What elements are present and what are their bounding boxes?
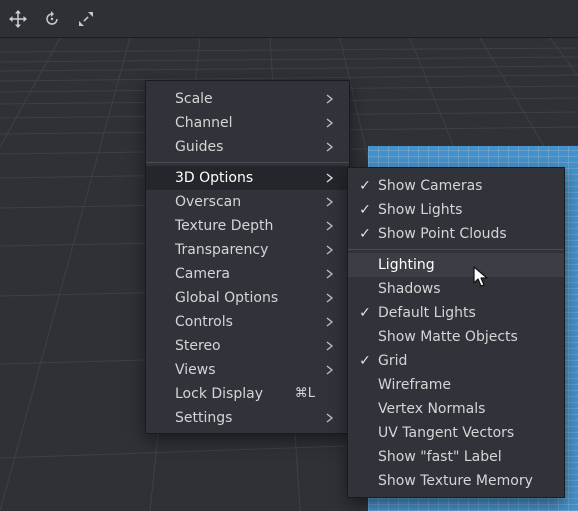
3d-options-submenu: ✓ Show Cameras ✓ Show Lights ✓ Show Point C… xyxy=(347,167,565,498)
checkmark-icon: ✓ xyxy=(359,202,371,218)
expand-icon[interactable] xyxy=(74,7,98,31)
menu-item-label: Wireframe xyxy=(378,377,452,393)
menu-item-label: Settings xyxy=(175,410,233,426)
menu-item-overscan[interactable]: Overscan xyxy=(146,190,349,214)
submenu-item-wireframe[interactable]: Wireframe xyxy=(348,373,564,397)
submenu-item-grid[interactable]: ✓ Grid xyxy=(348,349,564,373)
menu-item-label: 3D Options xyxy=(175,170,254,186)
checkmark-icon: ✓ xyxy=(359,353,371,369)
submenu-item-shadows[interactable]: Shadows xyxy=(348,277,564,301)
menu-item-label: Show Cameras xyxy=(378,178,483,194)
menu-item-label: Guides xyxy=(175,139,224,155)
checkmark-icon: ✓ xyxy=(359,226,371,242)
menu-item-label: Default Lights xyxy=(378,305,476,321)
submenu-arrow-icon xyxy=(325,238,335,262)
menu-item-label: Show Lights xyxy=(378,202,463,218)
menu-item-views[interactable]: Views xyxy=(146,358,349,382)
menu-item-label: Channel xyxy=(175,115,233,131)
rotate-icon[interactable] xyxy=(40,7,64,31)
menu-item-channel[interactable]: Channel xyxy=(146,111,349,135)
checkmark-icon: ✓ xyxy=(359,305,371,321)
submenu-item-show-matte-objects[interactable]: Show Matte Objects xyxy=(348,325,564,349)
submenu-arrow-icon xyxy=(325,166,335,190)
submenu-arrow-icon xyxy=(325,214,335,238)
submenu-arrow-icon xyxy=(325,190,335,214)
menu-item-label: Controls xyxy=(175,314,233,330)
menu-item-guides[interactable]: Guides xyxy=(146,135,349,159)
menu-item-texture-depth[interactable]: Texture Depth xyxy=(146,214,349,238)
menu-item-label: Show Point Clouds xyxy=(378,226,507,242)
submenu-item-show-point-clouds[interactable]: ✓ Show Point Clouds xyxy=(348,222,564,246)
menu-item-transparency[interactable]: Transparency xyxy=(146,238,349,262)
submenu-arrow-icon xyxy=(325,87,335,111)
menu-item-label: Vertex Normals xyxy=(378,401,486,417)
submenu-item-default-lights[interactable]: ✓ Default Lights xyxy=(348,301,564,325)
submenu-arrow-icon xyxy=(325,262,335,286)
submenu-item-show-fast-label[interactable]: Show "fast" Label xyxy=(348,445,564,469)
menu-item-label: Texture Depth xyxy=(175,218,274,234)
submenu-item-uv-tangent-vectors[interactable]: UV Tangent Vectors xyxy=(348,421,564,445)
submenu-item-vertex-normals[interactable]: Vertex Normals xyxy=(348,397,564,421)
menu-item-label: Camera xyxy=(175,266,230,282)
menu-item-stereo[interactable]: Stereo xyxy=(146,334,349,358)
mouse-cursor-icon xyxy=(473,266,488,287)
menu-item-settings[interactable]: Settings xyxy=(146,406,349,430)
shortcut-label: ⌘L xyxy=(294,386,315,401)
menu-item-label: Transparency xyxy=(175,242,269,258)
submenu-arrow-icon xyxy=(325,358,335,382)
menu-item-label: Shadows xyxy=(378,281,441,297)
submenu-arrow-icon xyxy=(325,111,335,135)
menu-item-label: Views xyxy=(175,362,216,378)
menu-item-label: Grid xyxy=(378,353,408,369)
context-menu: Scale Channel Guides 3D Options Overscan… xyxy=(145,80,350,434)
menu-separator xyxy=(146,162,349,163)
submenu-item-show-texture-memory[interactable]: Show Texture Memory xyxy=(348,469,564,493)
submenu-arrow-icon xyxy=(325,406,335,430)
menu-item-label: Show Matte Objects xyxy=(378,329,518,345)
menu-item-label: Overscan xyxy=(175,194,242,210)
submenu-item-lighting[interactable]: Lighting xyxy=(348,253,564,277)
move-arrows-icon[interactable] xyxy=(6,7,30,31)
submenu-arrow-icon xyxy=(325,310,335,334)
menu-item-global-options[interactable]: Global Options xyxy=(146,286,349,310)
menu-item-controls[interactable]: Controls xyxy=(146,310,349,334)
menu-item-scale[interactable]: Scale xyxy=(146,87,349,111)
submenu-arrow-icon xyxy=(325,135,335,159)
menu-item-camera[interactable]: Camera xyxy=(146,262,349,286)
submenu-item-show-lights[interactable]: ✓ Show Lights xyxy=(348,198,564,222)
submenu-arrow-icon xyxy=(325,334,335,358)
menu-item-label: Lighting xyxy=(378,257,435,273)
menu-item-label: Show "fast" Label xyxy=(378,449,502,465)
submenu-arrow-icon xyxy=(325,286,335,310)
menu-item-3d-options[interactable]: 3D Options xyxy=(146,166,349,190)
menu-item-label: Global Options xyxy=(175,290,279,306)
menu-item-lock-display[interactable]: Lock Display ⌘L xyxy=(146,382,349,406)
menu-item-label: Scale xyxy=(175,91,213,107)
submenu-item-show-cameras[interactable]: ✓ Show Cameras xyxy=(348,174,564,198)
viewer-toolbar xyxy=(0,0,578,38)
menu-separator xyxy=(348,249,564,250)
menu-item-label: Show Texture Memory xyxy=(378,473,533,489)
menu-item-label: Stereo xyxy=(175,338,221,354)
menu-item-label: Lock Display xyxy=(175,386,263,402)
menu-item-label: UV Tangent Vectors xyxy=(378,425,515,441)
checkmark-icon: ✓ xyxy=(359,178,371,194)
